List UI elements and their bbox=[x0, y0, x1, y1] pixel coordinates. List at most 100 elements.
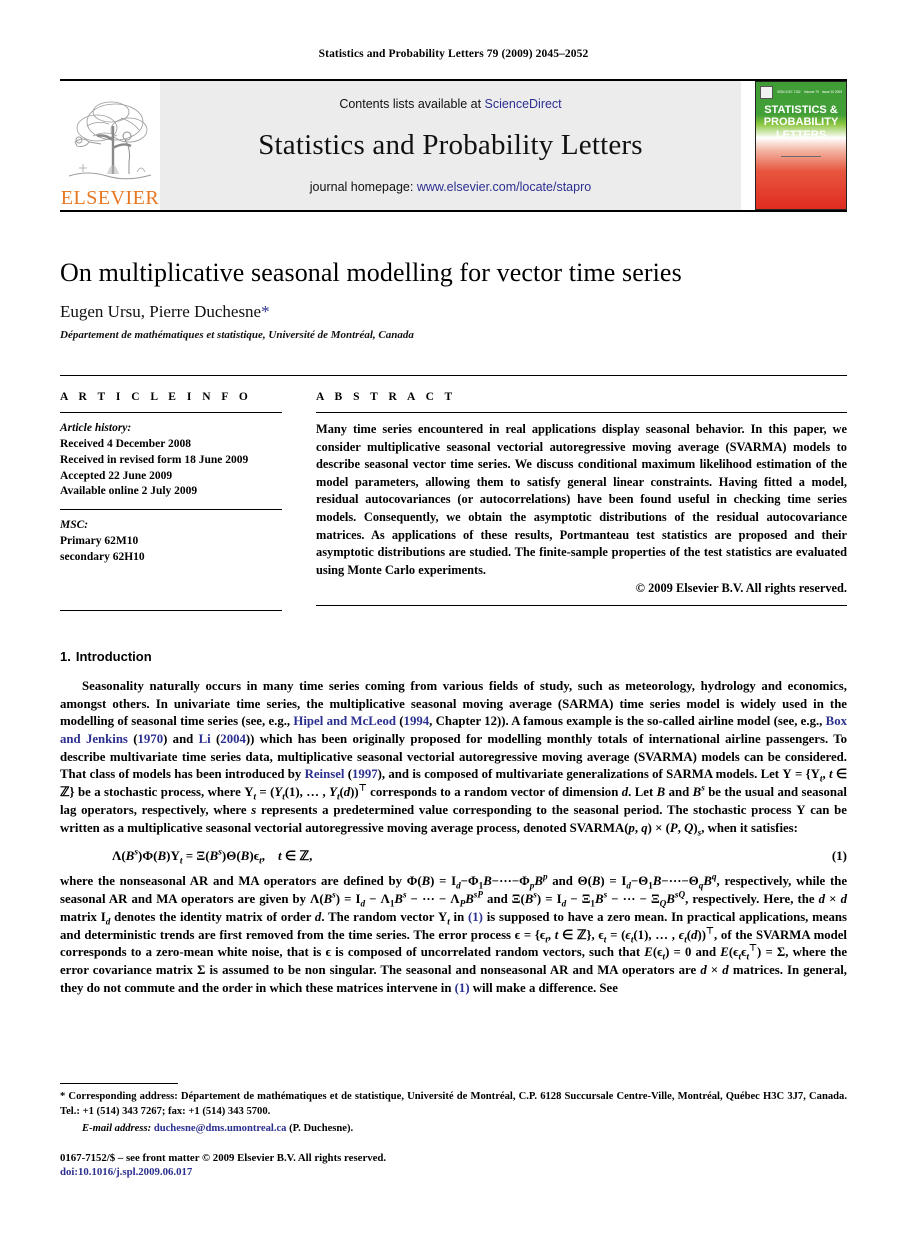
email-suffix: (P. Duchesne). bbox=[286, 1122, 354, 1134]
paper-page: Statistics and Probability Letters 79 (2… bbox=[0, 0, 907, 1238]
cover-title: STATISTICS & PROBABILITY LETTERS bbox=[756, 104, 846, 141]
info-abstract-row: A R T I C L E I N F O Article history: R… bbox=[60, 375, 847, 619]
article-info-heading: A R T I C L E I N F O bbox=[60, 391, 252, 403]
para2-h: in bbox=[449, 909, 469, 924]
para1-b: ( bbox=[395, 714, 404, 729]
info-divider-bottom bbox=[60, 609, 282, 611]
email-note: E-mail address: duchesne@dms.umontreal.c… bbox=[60, 1122, 847, 1136]
introduction-section: 1. Introduction Seasonality naturally occ… bbox=[60, 649, 847, 998]
para1-l: . Let bbox=[628, 785, 657, 800]
elsevier-tree-icon bbox=[68, 101, 152, 180]
footnote-rule bbox=[60, 1083, 178, 1085]
para2-m: is assumed to be non singular. The seaso… bbox=[205, 962, 701, 977]
math-Yt: Yt bbox=[437, 909, 450, 927]
math-lambda-xi-operators: Λ(Bs) = Id − Λ1Bs − ··· − ΛPBsP and Ξ(Bs… bbox=[310, 889, 686, 909]
contents-prefix: Contents lists available at bbox=[339, 97, 485, 111]
para1-q: , when it satisfies: bbox=[701, 820, 798, 835]
msc-secondary: secondary 62H10 bbox=[60, 551, 145, 564]
doi-link[interactable]: doi:10.1016/j.spl.2009.06.017 bbox=[60, 1166, 192, 1178]
equation-1-number: (1) bbox=[831, 848, 847, 864]
corresponding-address-text: Corresponding address: Département de ma… bbox=[60, 1091, 847, 1117]
affiliation: Département de mathématiques et statisti… bbox=[60, 329, 414, 341]
msc-group: MSC: Primary 62M10 secondary 62H10 bbox=[60, 518, 282, 566]
para1-k: corresponds to a random vector of dimens… bbox=[366, 785, 622, 800]
title-block: On multiplicative seasonal modelling for… bbox=[60, 258, 847, 341]
info-divider-middle bbox=[60, 509, 282, 511]
math-svarma-orders: (p, q) × (P, Q)s bbox=[624, 820, 702, 838]
math-error-process: ϵ = {ϵt, t ∈ ℤ}, ϵt = (ϵt(1), … , ϵt(d))… bbox=[514, 925, 714, 945]
article-history-label: Article history: bbox=[60, 422, 132, 434]
para1-i: ), and is composed of multivariate gener… bbox=[377, 767, 783, 782]
para1-c: , Chapter 12)). A famous example is the … bbox=[429, 714, 826, 729]
running-head: Statistics and Probability Letters 79 (2… bbox=[318, 48, 589, 60]
para2-d: , respectively. Here, the bbox=[685, 892, 819, 907]
citation-hipel-year[interactable]: 1994 bbox=[404, 714, 430, 728]
citation-reinsel[interactable]: Reinsel bbox=[305, 767, 345, 781]
history-received: Received 4 December 2008 bbox=[60, 437, 192, 450]
contents-available-line: Contents lists available at ScienceDirec… bbox=[339, 97, 561, 111]
journal-homepage-link[interactable]: www.elsevier.com/locate/stapro bbox=[417, 180, 591, 194]
math-white-noise-moments: E(ϵt) = 0 and E(ϵtϵt⊤) = Σ bbox=[644, 942, 786, 962]
author-email-link[interactable]: duchesne@dms.umontreal.ca bbox=[154, 1123, 287, 1134]
math-Bs: Bs bbox=[692, 782, 705, 800]
math-vector-def: Yt = (Yt(1), … , Yt(d))⊤ bbox=[244, 782, 367, 802]
introduction-paragraph-1: Seasonality naturally occurs in many tim… bbox=[60, 678, 847, 837]
equation-reference-2[interactable]: (1) bbox=[455, 981, 470, 995]
cover-meta-mid: Volume 79 bbox=[803, 89, 819, 94]
article-info-column: A R T I C L E I N F O Article history: R… bbox=[60, 391, 282, 619]
corresponding-address-note: * Corresponding address: Département de … bbox=[60, 1090, 847, 1118]
cover-meta-left: ISSN 0167-7152 bbox=[777, 89, 801, 94]
equation-1: Λ(Bs)Φ(B)Yt = Ξ(Bs)Θ(B)ϵt, t ∈ ℤ, (1) bbox=[60, 848, 847, 867]
journal-band: Contents lists available at ScienceDirec… bbox=[160, 81, 741, 210]
section-label: Introduction bbox=[75, 648, 152, 664]
para1-f: ( bbox=[210, 732, 221, 747]
history-revised: Received in revised form 18 June 2009 bbox=[60, 453, 249, 466]
cover-divider bbox=[781, 156, 821, 157]
email-label: E-mail address: bbox=[82, 1122, 152, 1134]
msc-label: MSC: bbox=[60, 519, 89, 532]
cover-title-line2: PROBABILITY bbox=[763, 116, 839, 129]
citation-hipel-mcleod[interactable]: Hipel and McLeod bbox=[293, 714, 396, 728]
para2-b: and bbox=[547, 874, 578, 889]
citation-reinsel-year[interactable]: 1997 bbox=[352, 767, 378, 781]
math-d-by-d-1: d bbox=[818, 892, 826, 907]
para2-g: . The random vector bbox=[321, 909, 438, 924]
history-accepted: Accepted 22 June 2009 bbox=[60, 469, 173, 482]
article-history-group: Article history: Received 4 December 200… bbox=[60, 421, 282, 500]
math-B: B bbox=[656, 785, 666, 800]
journal-cover-thumbnail: ISSN 0167-7152 Volume 79 Issue 20 2009 S… bbox=[755, 81, 847, 210]
citation-box-year[interactable]: 1970 bbox=[138, 732, 164, 746]
abstract-copyright: © 2009 Elsevier B.V. All rights reserved… bbox=[635, 581, 847, 596]
info-divider-top bbox=[60, 412, 282, 413]
msc-primary: Primary 62M10 bbox=[60, 535, 139, 548]
abstract-divider-top bbox=[316, 412, 847, 413]
history-online: Available online 2 July 2009 bbox=[60, 485, 198, 498]
para2-a: where the nonseasonal AR and MA operator… bbox=[60, 874, 407, 889]
equation-1-body: Λ(Bs)Φ(B)Yt = Ξ(Bs)Θ(B)ϵt, t ∈ ℤ, bbox=[112, 848, 313, 867]
cover-emblem-icon bbox=[760, 86, 773, 99]
citation-li[interactable]: Li bbox=[199, 732, 211, 746]
math-theta-operator: Θ(B) = Id−Θ1B−···−ΘqBq bbox=[577, 872, 717, 891]
para2-k: is composed of uncorrelated random vecto… bbox=[330, 945, 645, 960]
para1-m: and bbox=[665, 785, 693, 800]
citation-li-year[interactable]: 2004 bbox=[220, 732, 246, 746]
section-number: 1. bbox=[60, 648, 71, 664]
para1-h: ( bbox=[344, 767, 353, 782]
equation-reference-1[interactable]: (1) bbox=[468, 910, 483, 924]
math-identity-matrix: Id bbox=[100, 909, 111, 927]
abstract-divider-bottom bbox=[316, 605, 847, 607]
elsevier-logo: ELSEVIER bbox=[60, 81, 160, 210]
sciencedirect-link[interactable]: ScienceDirect bbox=[485, 97, 562, 111]
author-names: Eugen Ursu, Pierre Duchesne bbox=[60, 302, 262, 321]
author-list: Eugen Ursu, Pierre Duchesne* bbox=[60, 302, 847, 322]
cover-title-line3: LETTERS bbox=[775, 128, 827, 141]
para2-f: denotes the identity matrix of order bbox=[110, 909, 315, 924]
section-heading-introduction: 1. Introduction bbox=[60, 649, 847, 664]
para1-o: represents a predetermined value corresp… bbox=[256, 802, 797, 817]
journal-homepage-line: journal homepage: www.elsevier.com/locat… bbox=[310, 180, 591, 194]
cover-meta: ISSN 0167-7152 Volume 79 Issue 20 2009 bbox=[777, 89, 842, 94]
elsevier-wordmark: ELSEVIER bbox=[60, 187, 160, 209]
para2-e: matrix bbox=[60, 909, 101, 924]
page-title: On multiplicative seasonal modelling for… bbox=[60, 258, 682, 287]
cover-title-line1: STATISTICS & bbox=[764, 104, 838, 116]
